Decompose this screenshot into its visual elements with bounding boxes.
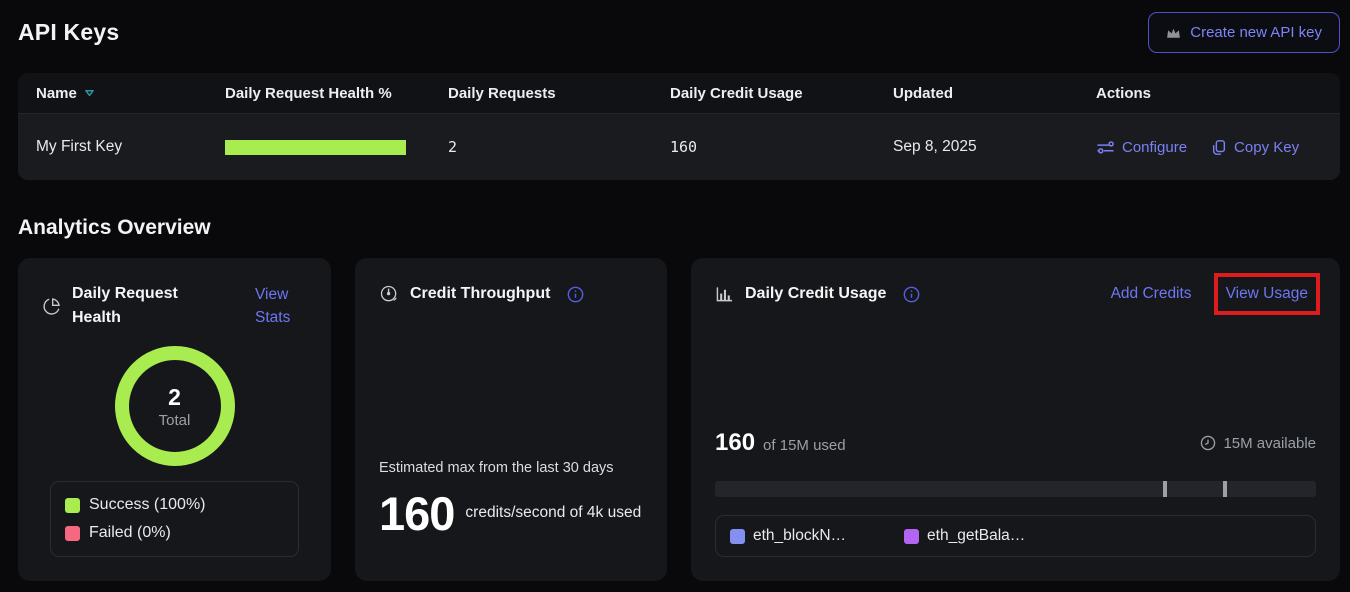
add-credits-link[interactable]: Add Credits bbox=[1111, 282, 1192, 305]
eth-blocknumber-swatch bbox=[730, 529, 745, 544]
bar-chart-icon bbox=[715, 286, 734, 303]
card-title: Daily Request Health bbox=[72, 282, 194, 330]
health-donut-chart: 2 Total bbox=[42, 346, 307, 466]
success-swatch bbox=[65, 498, 80, 513]
health-bar-fill bbox=[225, 140, 406, 155]
updated-value: Sep 8, 2025 bbox=[893, 138, 1096, 156]
daily-credit-usage-card: Daily Credit Usage Add Credits View Usag… bbox=[691, 258, 1340, 581]
view-stats-link[interactable]: View Stats bbox=[255, 283, 307, 330]
daily-request-health-card: Daily Request Health View Stats 2 Total … bbox=[18, 258, 331, 581]
info-icon[interactable] bbox=[903, 286, 920, 303]
legend-item-eth-getbalance: eth_getBala… bbox=[904, 527, 1025, 545]
column-header-name[interactable]: Name bbox=[36, 85, 225, 102]
donut-ring: 2 Total bbox=[115, 346, 235, 466]
health-legend: Success (100%) Failed (0%) bbox=[50, 481, 299, 557]
copy-key-button[interactable]: Copy Key bbox=[1211, 139, 1299, 156]
api-keys-table: Name Daily Request Health % Daily Reques… bbox=[18, 73, 1340, 180]
failed-swatch bbox=[65, 526, 80, 541]
column-header-actions: Actions bbox=[1096, 85, 1322, 102]
api-key-name: My First Key bbox=[36, 138, 225, 156]
donut-total-value: 2 bbox=[168, 384, 181, 411]
eth-getbalance-swatch bbox=[904, 529, 919, 544]
crown-icon bbox=[1166, 26, 1181, 39]
column-header-requests: Daily Requests bbox=[448, 85, 670, 102]
legend-item-success: Success (100%) bbox=[65, 491, 284, 519]
legend-item-failed: Failed (0%) bbox=[65, 519, 284, 547]
card-title: Daily Credit Usage bbox=[745, 282, 886, 306]
table-row: My First Key 2 160 Sep 8, 2025 Configure bbox=[18, 113, 1340, 180]
throughput-value: 160 bbox=[379, 486, 454, 541]
legend-item-eth-blocknumber: eth_blockN… bbox=[730, 527, 846, 545]
card-title: Credit Throughput bbox=[410, 282, 550, 306]
health-bar-cell bbox=[225, 140, 448, 155]
pie-chart-icon bbox=[42, 297, 61, 316]
clock-icon bbox=[1200, 435, 1216, 451]
page-header: API Keys Create new API key bbox=[18, 12, 1340, 53]
section-title: Analytics Overview bbox=[18, 216, 1340, 240]
column-header-updated: Updated bbox=[893, 85, 1096, 102]
page-title: API Keys bbox=[18, 19, 119, 46]
credit-usage-progress-bar bbox=[715, 481, 1316, 497]
credits-available-label: 15M available bbox=[1223, 435, 1316, 452]
daily-requests-value: 2 bbox=[448, 138, 670, 156]
method-legend: eth_blockN… eth_getBala… bbox=[715, 515, 1316, 557]
column-header-health: Daily Request Health % bbox=[225, 85, 448, 102]
throughput-suffix: credits/second of 4k used bbox=[465, 501, 643, 525]
create-api-key-label: Create new API key bbox=[1190, 24, 1322, 41]
health-bar bbox=[225, 140, 406, 155]
copy-icon bbox=[1211, 139, 1227, 156]
configure-button[interactable]: Configure bbox=[1096, 139, 1187, 156]
dashboard: API Keys Create new API key Name Daily R… bbox=[0, 0, 1350, 574]
throughput-subtitle: Estimated max from the last 30 days bbox=[379, 460, 643, 476]
credit-throughput-card: Credit Throughput Estimated max from the… bbox=[355, 258, 667, 581]
sort-desc-icon bbox=[84, 88, 95, 98]
daily-credit-usage-value: 160 bbox=[670, 138, 893, 156]
donut-total-label: Total bbox=[159, 412, 191, 429]
view-usage-link[interactable]: View Usage bbox=[1226, 285, 1308, 302]
sliders-icon bbox=[1096, 140, 1115, 155]
actions-cell: Configure Copy Key bbox=[1096, 139, 1322, 156]
column-header-credit-usage: Daily Credit Usage bbox=[670, 85, 893, 102]
credits-used-label: of 15M used bbox=[763, 437, 846, 454]
progress-marker bbox=[1163, 481, 1167, 497]
gauge-icon bbox=[379, 284, 399, 304]
annotation-highlight-box: View Usage bbox=[1214, 273, 1320, 314]
info-icon[interactable] bbox=[567, 286, 584, 303]
progress-marker bbox=[1223, 481, 1227, 497]
create-api-key-button[interactable]: Create new API key bbox=[1148, 12, 1340, 53]
credits-used-value: 160 bbox=[715, 429, 755, 457]
analytics-cards: Daily Request Health View Stats 2 Total … bbox=[18, 258, 1340, 574]
table-header-row: Name Daily Request Health % Daily Reques… bbox=[18, 73, 1340, 113]
